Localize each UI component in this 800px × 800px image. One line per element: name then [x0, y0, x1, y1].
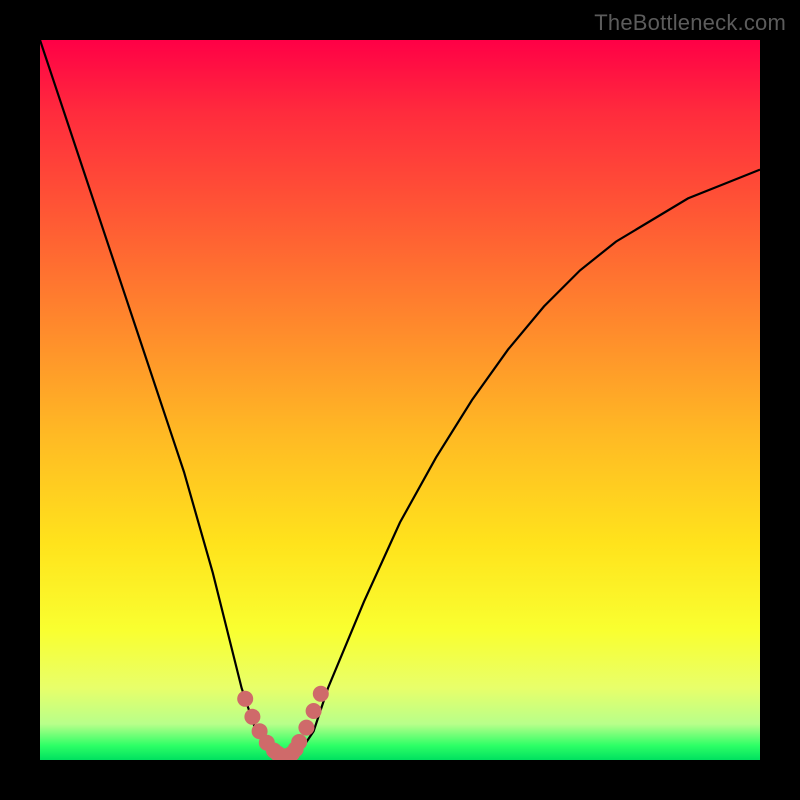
outer-black-frame: TheBottleneck.com	[0, 0, 800, 800]
highlight-dot	[298, 720, 314, 736]
highlight-dot	[237, 691, 253, 707]
highlight-dot	[291, 734, 307, 750]
highlight-markers	[237, 686, 329, 760]
chart-svg	[40, 40, 760, 760]
highlight-dot	[306, 703, 322, 719]
watermark-text: TheBottleneck.com	[594, 10, 786, 36]
highlight-dot	[244, 709, 260, 725]
bottleneck-curve	[40, 40, 760, 760]
plot-area	[40, 40, 760, 760]
highlight-dot	[313, 686, 329, 702]
